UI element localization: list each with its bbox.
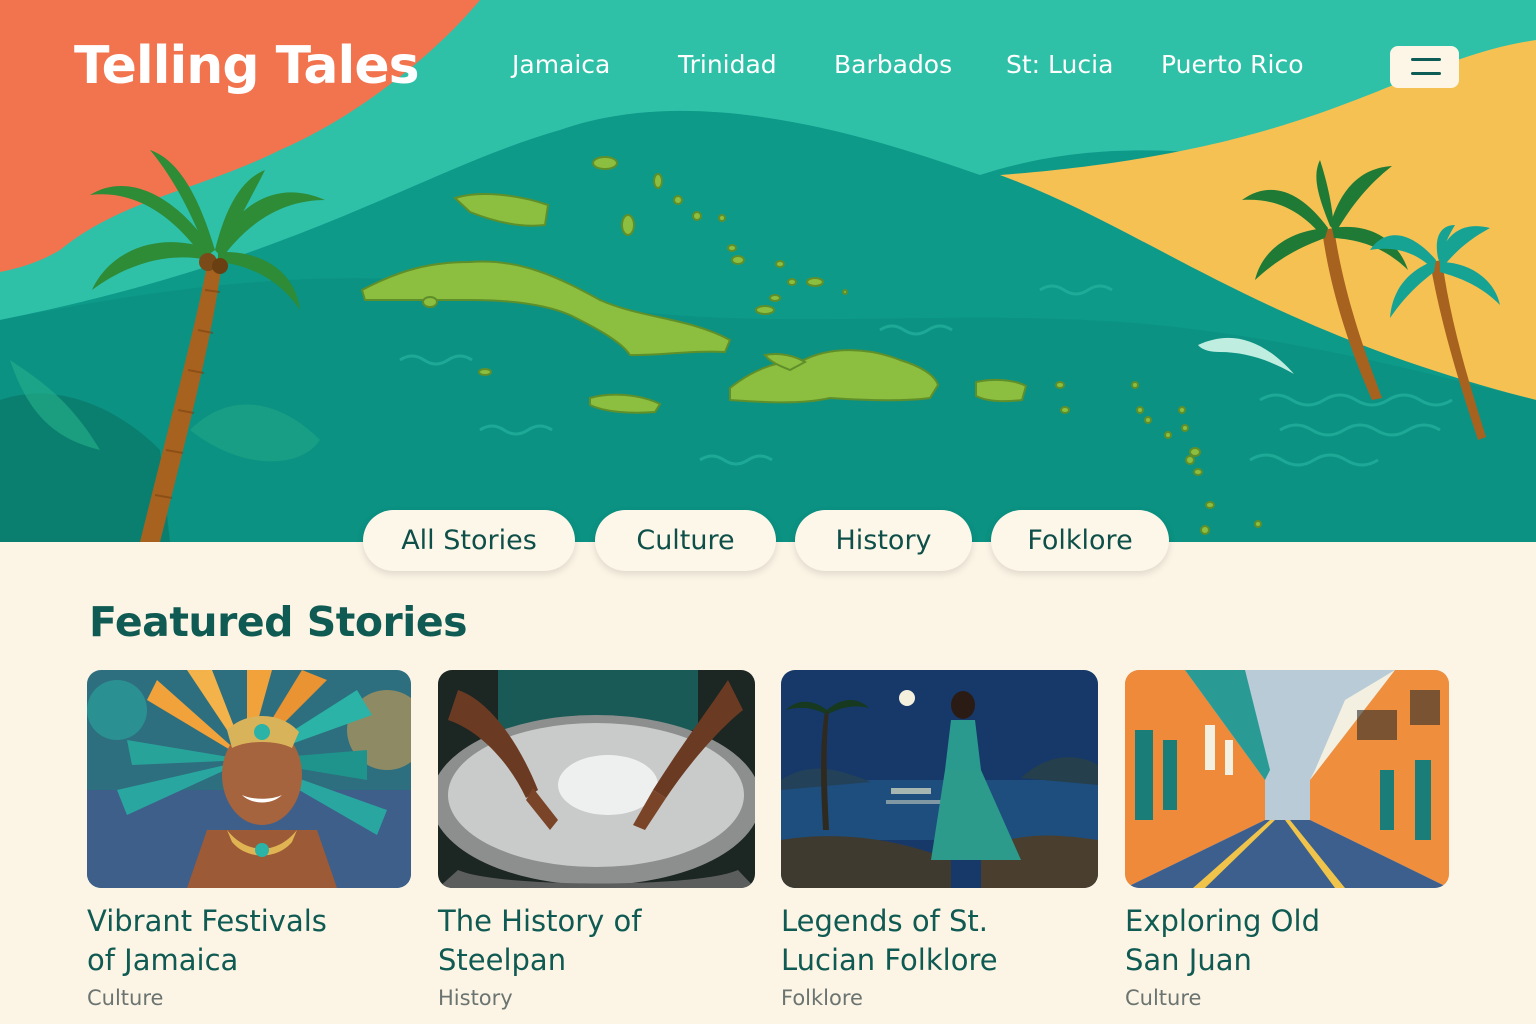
hamburger-menu-icon <box>1411 58 1441 61</box>
story-image-festival <box>87 670 411 888</box>
filter-folklore[interactable]: Folklore <box>991 510 1169 571</box>
nav-item-puerto-rico[interactable]: Puerto Rico <box>1161 50 1304 79</box>
story-category: History <box>438 986 513 1010</box>
filter-history[interactable]: History <box>795 510 972 571</box>
story-category: Culture <box>1125 986 1202 1010</box>
filter-culture[interactable]: Culture <box>595 510 776 571</box>
story-card[interactable]: Exploring Old San Juan Culture <box>1125 670 1449 1010</box>
story-image-san-juan <box>1125 670 1449 888</box>
story-category: Folklore <box>781 986 863 1010</box>
story-image-steelpan <box>438 670 755 888</box>
story-title: Vibrant Festivals of Jamaica <box>87 904 327 977</box>
story-card[interactable]: Vibrant Festivals of Jamaica Culture <box>87 670 411 1010</box>
section-title: Featured Stories <box>89 598 468 646</box>
story-title: The History of Steelpan <box>438 904 642 977</box>
story-title: Legends of St. Lucian Folklore <box>781 904 998 977</box>
story-category: Culture <box>87 986 164 1010</box>
logo[interactable]: Telling Tales <box>74 36 420 96</box>
story-card[interactable]: The History of Steelpan History <box>438 670 755 1010</box>
hero-banner: Telling Tales Jamaica Trinidad Barbados … <box>0 0 1536 542</box>
menu-button[interactable] <box>1390 46 1459 88</box>
story-title: Exploring Old San Juan <box>1125 904 1320 977</box>
filter-all-stories[interactable]: All Stories <box>363 510 575 571</box>
story-card[interactable]: Legends of St. Lucian Folklore Folklore <box>781 670 1098 1010</box>
story-image-folklore <box>781 670 1098 888</box>
nav-item-jamaica[interactable]: Jamaica <box>512 50 610 79</box>
nav-item-barbados[interactable]: Barbados <box>834 50 952 79</box>
nav-item-st-lucia[interactable]: St: Lucia <box>1006 50 1113 79</box>
nav-item-trinidad[interactable]: Trinidad <box>678 50 777 79</box>
